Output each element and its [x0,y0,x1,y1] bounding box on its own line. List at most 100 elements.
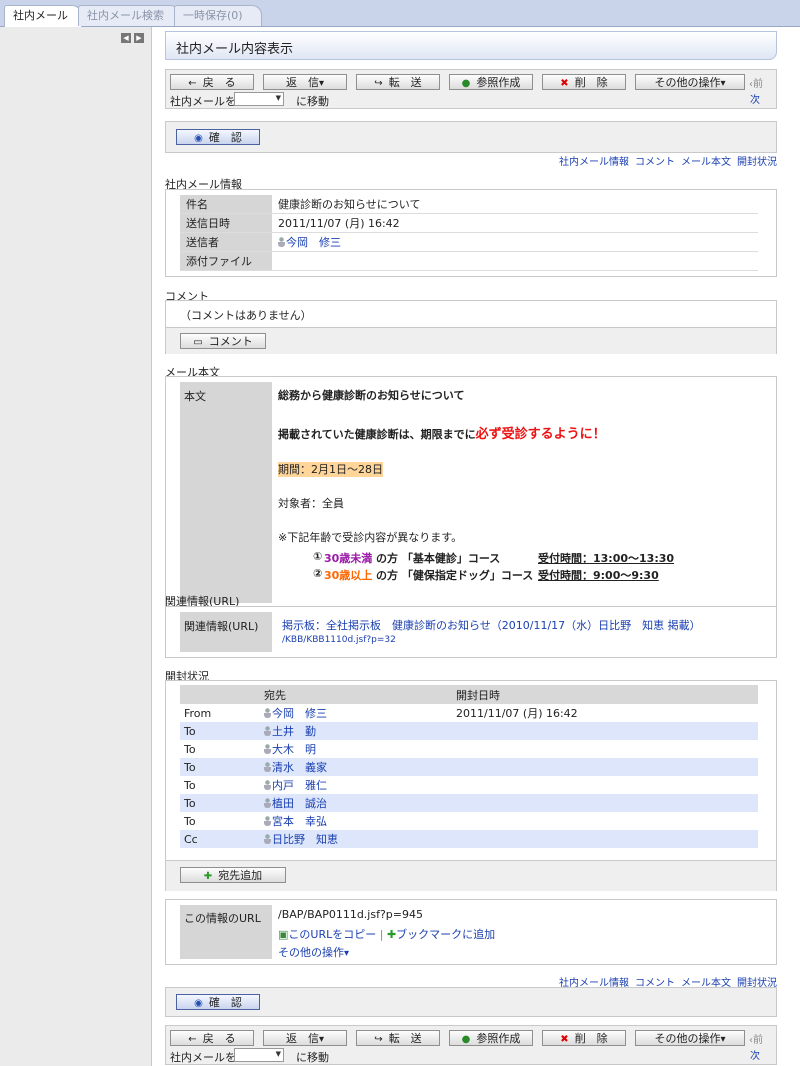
bookmark-plus-icon: ✚ [386,928,397,941]
forward-button[interactable]: ↪ 転 送 [356,74,440,90]
recipient-cell: 清水 義家 [260,758,452,776]
add-recipient-label: 宛先追加 [218,869,263,882]
row-type: To [184,778,196,792]
related-link[interactable]: 掲示板：全社掲示板 健康診断のお知らせ（2010/11/17（水）日比野 知恵 … [282,617,701,633]
target-line: 対象者：全員 [278,497,344,510]
row-type: To [180,722,260,740]
recipient-link[interactable]: 大木 明 [272,743,316,756]
col-to-header: 宛先 [260,685,452,704]
next-link[interactable]: 次 [750,1047,760,1062]
reply-label: 返 信 [285,76,319,89]
add-recipient-button[interactable]: ✚ 宛先追加 [180,867,286,883]
open-date [452,740,734,758]
col-date-header: 開封日時 [452,685,734,704]
copy-icon: ▣ [278,928,289,941]
recipient-cell: 宮本 幸弘 [260,812,452,830]
recipient-link[interactable]: 宮本 幸弘 [272,815,327,828]
recipient-link[interactable]: 清水 義家 [272,761,327,774]
recipient-link[interactable]: 日比野 知恵 [272,833,338,846]
ref-create-label: 参照作成 [476,76,521,89]
next-link[interactable]: 次 [750,91,760,106]
open-date [452,812,734,830]
delete-x-icon: ✖ [560,1034,569,1045]
nav-info-link[interactable]: 社内メール情報 [559,157,629,168]
add-recipient-bar: ✚ 宛先追加 [166,860,776,891]
back-arrow-icon: ← [188,1034,197,1045]
row1-course: の方 「基本健診」コース [376,552,501,565]
plus-icon: ✚ [203,871,213,882]
ref-create-button[interactable]: ● 参照作成 [449,1030,533,1046]
status-table: 宛先 開封日時 From 今岡 修三 2011/11/07 (月) 16:42 To… [180,685,758,848]
recipient-link[interactable]: 植田 誠治 [272,797,327,810]
back-button[interactable]: ← 戻 る [170,1030,254,1046]
reply-button[interactable]: 返 信▾ [263,1030,347,1046]
nav-status-link[interactable]: 開封状況 [737,157,777,168]
confirm-button[interactable]: ◉ 確 認 [176,129,260,145]
url-actions: ▣このURLをコピー | ✚ブックマークに追加 [278,928,496,941]
section-nav: 社内メール情報 コメント メール本文 開封状況 [553,153,777,168]
open-date [452,776,734,794]
back-button[interactable]: ← 戻 る [170,74,254,90]
prev-label: 前 [753,79,763,90]
body-key-cell: 本文 [180,382,272,603]
comment-button[interactable]: ▭ コメント [180,333,266,349]
related-url[interactable]: /KBB/KBB1110d.jsf?p=32 [282,635,396,645]
dropdown-icon: ▾ [720,1034,726,1045]
ref-create-button[interactable]: ● 参照作成 [449,74,533,90]
collapse-right-icon[interactable]: ▶ [134,33,144,43]
move-prefix: 社内メールを [170,1051,236,1064]
page-title-bar: 社内メール内容表示 [165,31,777,60]
copy-url-link[interactable]: このURLをコピー [288,928,376,941]
user-icon [264,834,271,844]
reply-button[interactable]: 返 信▾ [263,74,347,90]
delete-button[interactable]: ✖ 削 除 [542,74,626,90]
nav-comment-link[interactable]: コメント [635,157,675,168]
tab-draft[interactable]: 一時保存(0) [174,5,262,26]
other-label: その他の操作 [654,76,721,89]
confirm-label: 確 認 [208,996,242,1009]
user-icon [264,816,271,826]
collapse-left-icon[interactable]: ◀ [121,33,131,43]
user-icon [264,726,271,736]
forward-label: 転 送 [388,76,422,89]
action-toolbar: ← 戻 る 返 信▾ ↪ 転 送 ● 参照作成 ✖ 削 除 その他の操作▾ ‹前 次 社… [165,69,777,109]
confirm-button[interactable]: ◉ 確 認 [176,994,260,1010]
prev-label: 前 [753,1035,763,1046]
move-folder-select[interactable] [234,1048,284,1062]
user-icon [264,780,271,790]
body-key: 本文 [184,390,206,403]
url-other-label: その他の操作 [278,946,344,959]
tab-mail[interactable]: 社内メール [4,5,82,27]
user-icon [264,708,271,718]
sender-link[interactable]: 今岡 修三 [286,236,341,249]
course-row-1: ① 30歳未満 の方 「基本健診」コース 受付時間：13:00～13:30 [278,550,758,565]
delete-button[interactable]: ✖ 削 除 [542,1030,626,1046]
other-actions-button[interactable]: その他の操作▾ [635,74,745,90]
recipient-link[interactable]: 内戸 雅仁 [272,779,327,792]
action-toolbar-bottom: ← 戻 る 返 信▾ ↪ 転 送 ● 参照作成 ✖ 削 除 その他の操作▾ ‹前 次 社… [165,1025,777,1065]
body-line2a: 掲載されていた健康診断は、期限までに [278,428,476,441]
prev-link[interactable]: ‹前 [749,75,763,90]
dropdown-icon: ▾ [720,78,726,89]
prev-link[interactable]: ‹前 [749,1031,763,1046]
url-other-actions[interactable]: その他の操作▾ [278,944,349,960]
subject-value: 健康診断のお知らせについて [272,195,758,214]
table-row: To 内戸 雅仁 [180,776,758,794]
tab-bar: 社内メール 社内メール検索 一時保存(0) [0,0,800,27]
bookmark-link[interactable]: ブックマークに追加 [396,928,495,941]
open-date [452,758,734,776]
other-actions-button[interactable]: その他の操作▾ [635,1030,745,1046]
nav-body-link[interactable]: メール本文 [681,157,731,168]
recipient-link[interactable]: 今岡 修三 [272,707,327,720]
forward-icon: ↪ [374,1034,383,1045]
recipient-link[interactable]: 土井 勤 [272,725,316,738]
forward-icon: ↪ [374,78,383,89]
period-line: 期間：2月1日～28日 [278,461,758,477]
move-suffix: に移動 [296,95,329,108]
tab-mail-search[interactable]: 社内メール検索 [78,5,180,26]
attachment-value [272,251,758,271]
sent-date-key: 送信日時 [180,213,272,233]
forward-button[interactable]: ↪ 転 送 [356,1030,440,1046]
table-row: To 大木 明 [180,740,758,758]
move-folder-select[interactable] [234,92,284,106]
